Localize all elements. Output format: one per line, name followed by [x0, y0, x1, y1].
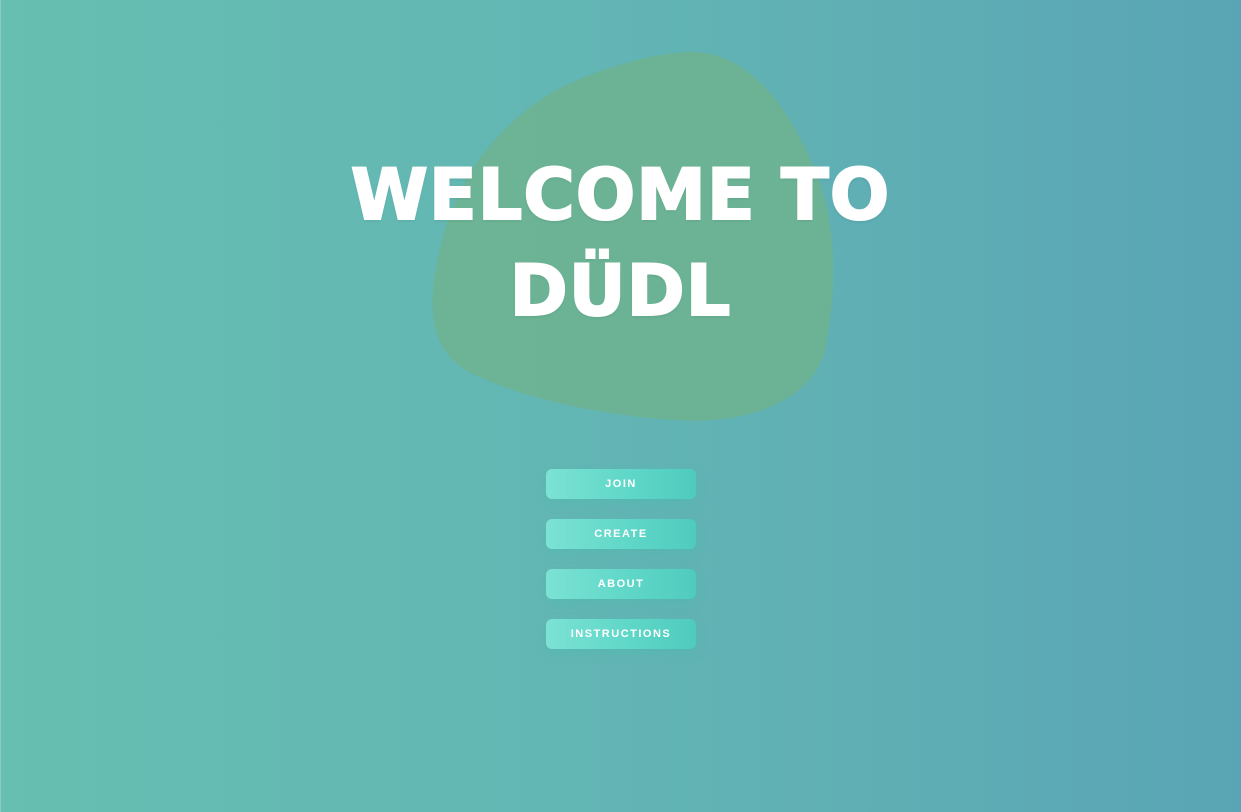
about-button[interactable]: ABOUT — [546, 569, 696, 599]
create-button[interactable]: CREATE — [546, 519, 696, 549]
page-edge — [0, 0, 1, 812]
join-button[interactable]: JOIN — [546, 469, 696, 499]
page-title-line-2: DÜDL — [509, 250, 732, 332]
instructions-button[interactable]: INSTRUCTIONS — [546, 619, 696, 649]
main-menu: JOIN CREATE ABOUT INSTRUCTIONS — [546, 469, 696, 669]
hero-blob — [432, 51, 834, 421]
page-title-line-1: WELCOME TO — [350, 154, 891, 236]
